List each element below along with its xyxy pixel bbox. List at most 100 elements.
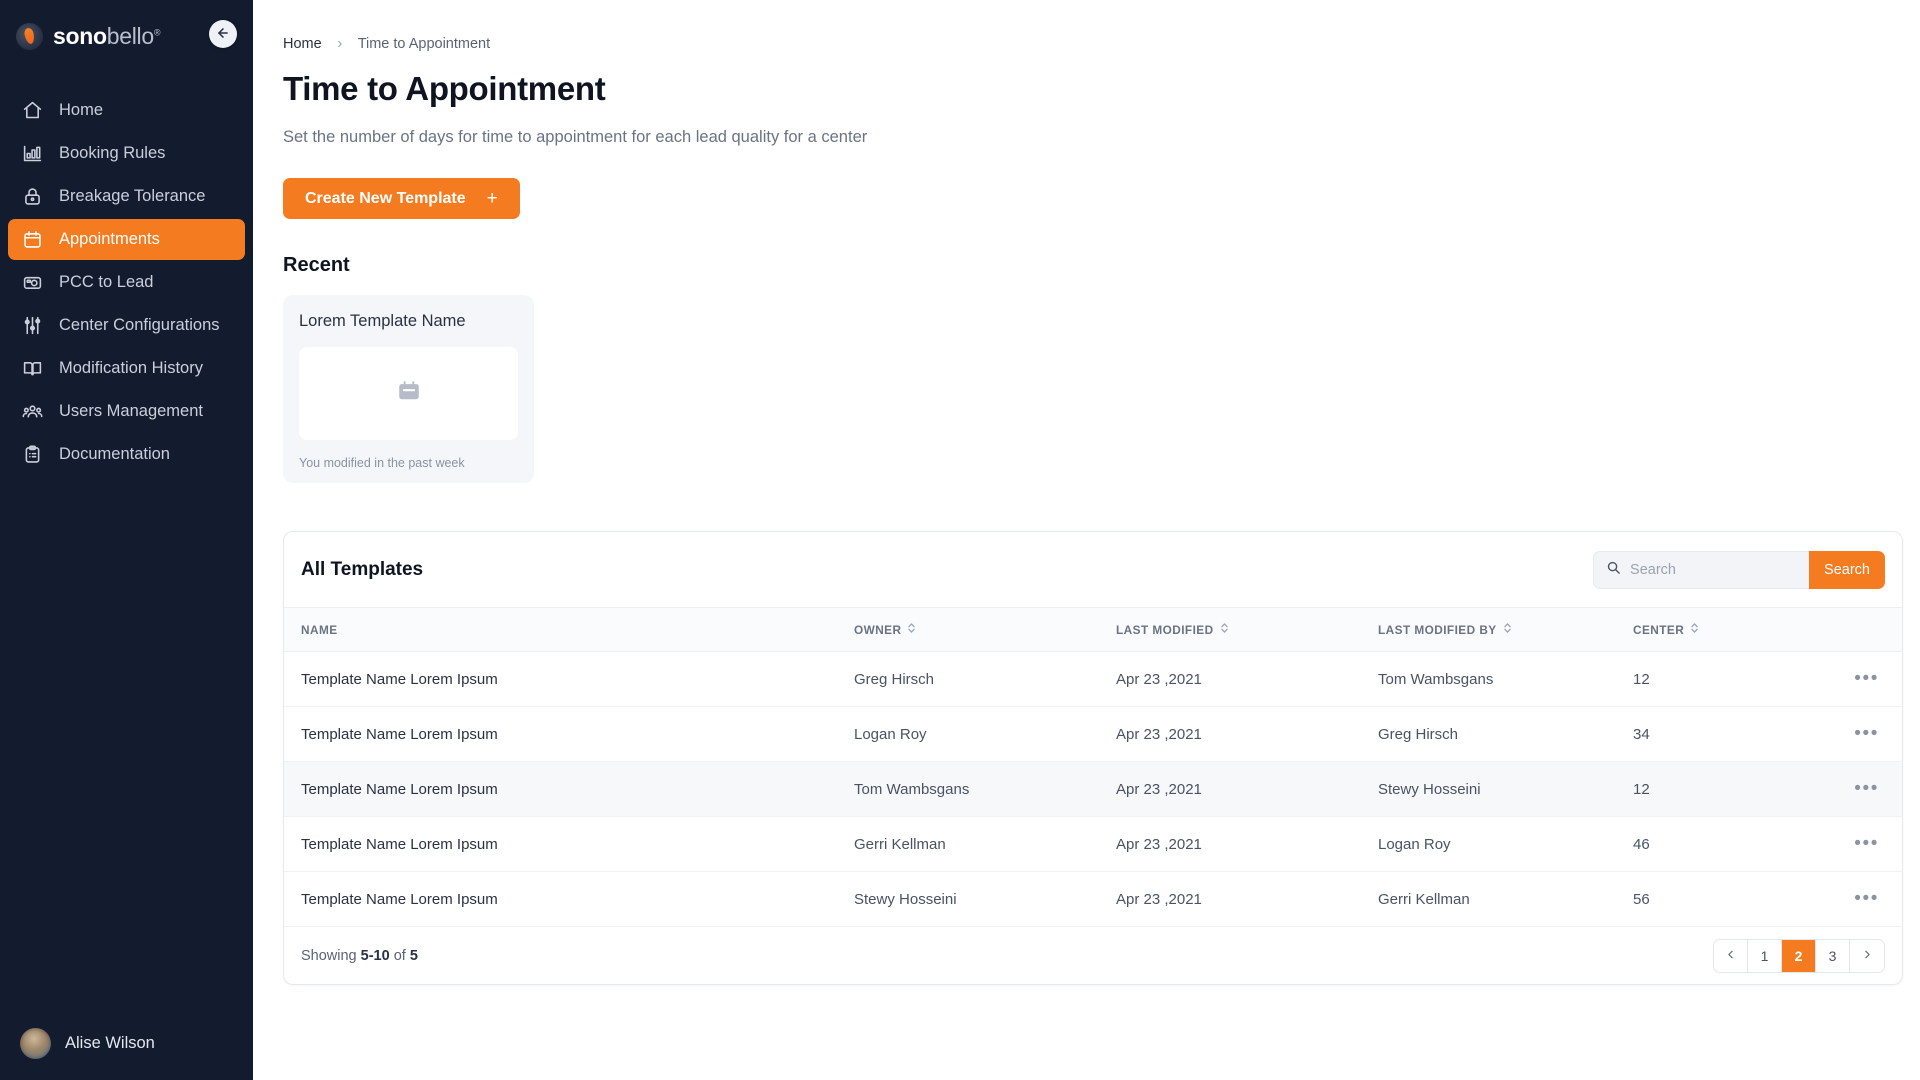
column-header-actions: [1818, 607, 1902, 652]
cell-name: Template Name Lorem Ipsum: [284, 706, 854, 762]
brand-trademark: ®: [153, 26, 161, 37]
sidebar-item-documentation[interactable]: Documentation: [8, 434, 245, 475]
table-row[interactable]: Template Name Lorem Ipsum Gerri Kellman …: [284, 816, 1902, 872]
cell-last-modified: Apr 23 ,2021: [1116, 706, 1378, 762]
pagination-next-button[interactable]: [1850, 939, 1884, 972]
table-header-row: NAME OWNER LAST MODIFIED LAST MODIFIED B…: [284, 607, 1902, 652]
sidebar-item-label: Center Configurations: [59, 316, 220, 334]
cell-owner: Logan Roy: [854, 706, 1116, 762]
cell-name: Template Name Lorem Ipsum: [284, 871, 854, 927]
sidebar-collapse-button[interactable]: [209, 20, 237, 48]
page-subtitle: Set the number of days for time to appoi…: [283, 128, 868, 146]
clipboard-icon: [21, 444, 43, 466]
sidebar-item-modification-history[interactable]: Modification History: [8, 348, 245, 389]
camera-icon: [21, 272, 43, 294]
cell-owner: Gerri Kellman: [854, 816, 1116, 872]
recent-heading: Recent: [283, 254, 350, 276]
all-templates-panel: All Templates Search NAME: [283, 531, 1903, 985]
cell-last-modified-by: Stewy Hosseini: [1378, 761, 1633, 817]
breadcrumb-current: Time to Appointment: [357, 36, 491, 52]
column-header-last-modified[interactable]: LAST MODIFIED: [1116, 607, 1378, 652]
panel-title: All Templates: [301, 558, 424, 580]
sidebar-item-label: Home: [59, 101, 104, 119]
cell-name: Template Name Lorem Ipsum: [284, 816, 854, 872]
sliders-icon: [21, 315, 43, 337]
templates-table: NAME OWNER LAST MODIFIED LAST MODIFIED B…: [284, 607, 1902, 927]
pagination-page-1[interactable]: 1: [1748, 939, 1782, 972]
sort-icon: [1690, 622, 1699, 637]
sidebar-item-breakage-tolerance[interactable]: Breakage Tolerance: [8, 176, 245, 217]
table-row[interactable]: Template Name Lorem Ipsum Tom Wambsgans …: [284, 761, 1902, 817]
cell-actions: •••: [1818, 816, 1902, 872]
row-more-options-icon[interactable]: •••: [1854, 668, 1879, 689]
chevron-right-icon: [1861, 948, 1874, 964]
sidebar-item-appointments[interactable]: Appointments: [8, 219, 245, 260]
users-icon: [21, 401, 43, 423]
cell-last-modified: Apr 23 ,2021: [1116, 871, 1378, 927]
cell-last-modified: Apr 23 ,2021: [1116, 761, 1378, 817]
brand-part-one: sono: [53, 22, 107, 49]
column-header-last-modified-by[interactable]: LAST MODIFIED BY: [1378, 607, 1633, 652]
sidebar-item-booking-rules[interactable]: Booking Rules: [8, 133, 245, 174]
cell-center: 46: [1633, 816, 1818, 872]
cell-owner: Greg Hirsch: [854, 651, 1116, 707]
chevron-left-icon: [1724, 948, 1737, 964]
sonobello-logo-icon: [16, 22, 43, 50]
search-box[interactable]: [1593, 550, 1810, 589]
row-more-options-icon[interactable]: •••: [1854, 888, 1879, 909]
cell-actions: •••: [1818, 651, 1902, 707]
cell-name: Template Name Lorem Ipsum: [284, 761, 854, 817]
table-header: NAME OWNER LAST MODIFIED LAST MODIFIED B…: [284, 607, 1902, 652]
app-root: sonobello® Home Booking Rules Breakage T…: [0, 0, 1920, 1080]
chevron-right-icon: [335, 37, 345, 52]
recent-template-card[interactable]: Lorem Template Name You modified in the …: [283, 295, 534, 483]
brand-header: sonobello®: [0, 0, 253, 72]
row-more-options-icon[interactable]: •••: [1854, 833, 1879, 854]
search-icon: [1606, 560, 1621, 580]
arrow-left-circle-icon: [216, 26, 230, 43]
pagination-prev-button[interactable]: [1714, 939, 1748, 972]
main-content: Home Time to Appointment Time to Appoint…: [253, 0, 1920, 1080]
column-header-owner[interactable]: OWNER: [854, 607, 1116, 652]
cell-actions: •••: [1818, 761, 1902, 817]
cell-last-modified-by: Logan Roy: [1378, 816, 1633, 872]
column-label: LAST MODIFIED: [1116, 622, 1214, 637]
showing-total: 5: [409, 947, 418, 964]
sidebar-user-profile[interactable]: Alise Wilson: [0, 1006, 253, 1080]
search-input[interactable]: [1630, 561, 1798, 578]
search-button[interactable]: Search: [1809, 550, 1885, 589]
panel-footer: Showing 5-10 of 5 1 2 3: [284, 927, 1902, 984]
cell-name: Template Name Lorem Ipsum: [284, 651, 854, 707]
search-group: Search: [1593, 550, 1885, 589]
breadcrumb-home[interactable]: Home: [283, 36, 322, 52]
cell-actions: •••: [1818, 871, 1902, 927]
create-new-template-label: Create New Template: [305, 189, 466, 207]
sidebar-item-users-management[interactable]: Users Management: [8, 391, 245, 432]
sidebar-item-label: Booking Rules: [59, 144, 166, 162]
bar-chart-icon: [21, 143, 43, 165]
calendar-icon: [396, 378, 422, 409]
pagination-page-2[interactable]: 2: [1782, 939, 1816, 972]
sidebar-item-pcc-to-lead[interactable]: PCC to Lead: [8, 262, 245, 303]
user-name: Alise Wilson: [65, 1033, 155, 1052]
sidebar-item-center-configurations[interactable]: Center Configurations: [8, 305, 245, 346]
plus-icon: +: [486, 188, 498, 209]
recent-template-thumbnail: [299, 347, 518, 440]
cell-center: 34: [1633, 706, 1818, 762]
row-more-options-icon[interactable]: •••: [1854, 723, 1879, 744]
sidebar-item-label: Modification History: [59, 359, 203, 377]
book-icon: [21, 358, 43, 380]
pagination-page-3[interactable]: 3: [1816, 939, 1850, 972]
calendar-icon: [21, 229, 43, 251]
table-body: Template Name Lorem Ipsum Greg Hirsch Ap…: [284, 651, 1902, 927]
column-label: LAST MODIFIED BY: [1378, 622, 1497, 637]
sidebar-item-home[interactable]: Home: [8, 90, 245, 131]
row-more-options-icon[interactable]: •••: [1854, 778, 1879, 799]
column-header-center[interactable]: CENTER: [1633, 607, 1818, 652]
table-row[interactable]: Template Name Lorem Ipsum Logan Roy Apr …: [284, 706, 1902, 762]
table-row[interactable]: Template Name Lorem Ipsum Stewy Hosseini…: [284, 871, 1902, 927]
cell-center: 12: [1633, 651, 1818, 707]
table-row[interactable]: Template Name Lorem Ipsum Greg Hirsch Ap…: [284, 651, 1902, 707]
create-new-template-button[interactable]: Create New Template +: [283, 178, 520, 219]
home-icon: [21, 100, 43, 122]
